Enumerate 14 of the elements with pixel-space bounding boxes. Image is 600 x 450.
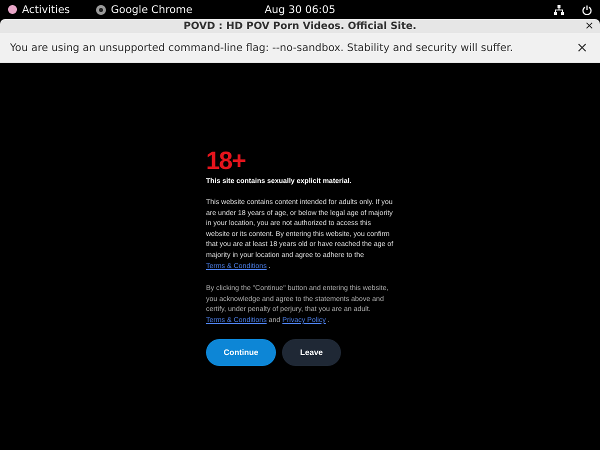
age-rating-label: 18+ (206, 148, 246, 174)
power-icon[interactable] (582, 4, 592, 14)
warning-message: You are using an unsupported command-line flag: --no-sandbox. Stability and security will suffer. (10, 42, 514, 54)
activities-icon (8, 5, 17, 14)
activities-button[interactable]: Activities (22, 4, 70, 16)
close-window-button[interactable]: × (584, 19, 594, 33)
continue-button[interactable]: Continue (206, 338, 276, 366)
app-icon (96, 4, 106, 14)
network-icon[interactable] (554, 4, 564, 14)
leave-button[interactable]: Leave (282, 338, 341, 366)
clock[interactable]: Aug 30 06:05 (264, 4, 336, 16)
app-menu[interactable]: Google Chrome (110, 4, 192, 16)
close-infobar-button[interactable]: × (574, 40, 590, 56)
window-title: POVD : HD POV Porn Videos. Official Site. (184, 20, 416, 32)
